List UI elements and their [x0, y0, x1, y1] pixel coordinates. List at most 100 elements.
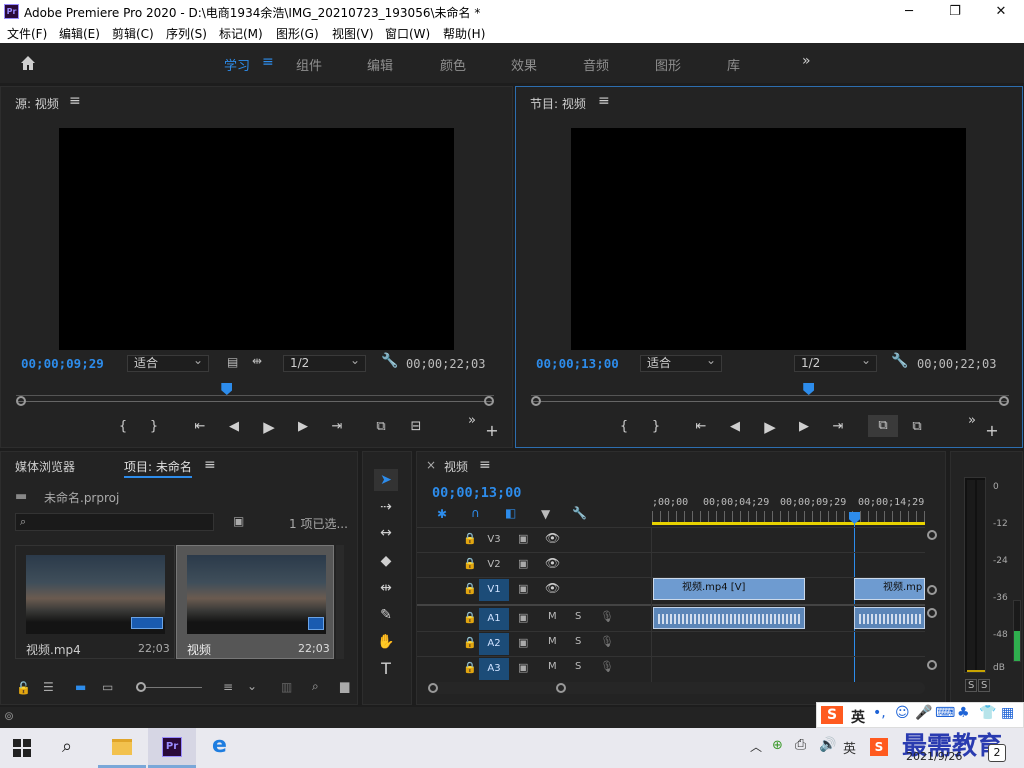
sync-lock-icon[interactable]: ▣: [518, 582, 528, 595]
insert-button[interactable]: ⧉: [371, 419, 391, 434]
play-button[interactable]: ▶: [259, 418, 279, 436]
sync-lock-icon[interactable]: ▣: [518, 532, 528, 545]
ripple-edit-tool-icon[interactable]: ↔: [374, 522, 398, 544]
network-icon[interactable]: ⎙: [795, 737, 806, 753]
menu-edit[interactable]: 编辑(E): [59, 25, 100, 42]
ime-mode-toggle[interactable]: 英: [851, 707, 865, 727]
source-time-ruler[interactable]: [16, 382, 494, 396]
menu-graphics[interactable]: 图形(G): [276, 25, 319, 42]
more-workspaces-icon[interactable]: »: [802, 53, 811, 69]
workspace-color[interactable]: 颜色: [440, 55, 466, 74]
sync-lock-icon[interactable]: ▣: [518, 557, 528, 570]
button-editor-icon[interactable]: +: [482, 421, 502, 440]
source-monitor-title[interactable]: 源: 视频: [15, 95, 59, 112]
mute-button[interactable]: M: [548, 611, 557, 622]
lock-icon[interactable]: 🔒: [463, 636, 477, 649]
timeline-tab[interactable]: 视频: [444, 458, 468, 475]
file-explorer-taskbar-button[interactable]: [98, 728, 146, 768]
input-language-indicator[interactable]: 英: [843, 738, 856, 757]
eye-icon[interactable]: 👁: [545, 556, 560, 570]
program-resolution-dropdown[interactable]: 1/2: [794, 353, 877, 372]
lift-button[interactable]: ⧉: [868, 415, 898, 437]
program-playhead-timecode[interactable]: 00;00;13;00: [536, 356, 619, 371]
snap-icon[interactable]: ∩: [471, 506, 480, 520]
maximize-button[interactable]: ❐: [932, 2, 978, 21]
workspace-effects[interactable]: 效果: [511, 55, 537, 74]
premiere-taskbar-button[interactable]: Pr: [148, 728, 196, 768]
zoom-slider[interactable]: [136, 682, 202, 692]
lock-icon[interactable]: 🔒: [463, 557, 477, 570]
go-to-out-button[interactable]: ⇥: [327, 419, 347, 434]
minimize-button[interactable]: ─: [886, 2, 932, 21]
slip-tool-icon[interactable]: ⇹: [374, 577, 398, 599]
menu-marker[interactable]: 标记(M): [219, 25, 263, 42]
video-clip[interactable]: 视频.mp4 [V]: [653, 578, 805, 600]
close-tab-icon[interactable]: ×: [426, 458, 436, 472]
overwrite-button[interactable]: ⊟: [406, 419, 426, 434]
project-scrollbar[interactable]: [336, 545, 344, 659]
go-to-out-button[interactable]: ⇥: [828, 419, 848, 434]
eye-icon[interactable]: 👁: [545, 531, 560, 545]
track-v1[interactable]: V1: [479, 579, 509, 601]
timeline-timecode[interactable]: 00;00;13;00: [432, 485, 521, 501]
source-scrollbar[interactable]: [16, 396, 494, 410]
menu-view[interactable]: 视图(V): [332, 25, 374, 42]
hand-tool-icon[interactable]: ✋: [374, 631, 398, 653]
workspace-audio[interactable]: 音频: [583, 55, 609, 74]
source-playhead-timecode[interactable]: 00;00;09;29: [21, 356, 104, 371]
work-area-bar[interactable]: [652, 522, 808, 525]
panel-menu-icon[interactable]: ≡: [598, 93, 610, 109]
track-a1[interactable]: A1: [479, 608, 509, 630]
wrench-icon[interactable]: 🔧: [381, 353, 398, 369]
vertical-scroll-handle[interactable]: [927, 608, 937, 618]
more-controls-icon[interactable]: »: [962, 413, 982, 428]
search-icon[interactable]: ⌕: [62, 736, 72, 757]
solo-button[interactable]: S: [575, 611, 581, 622]
skin-icon[interactable]: ♣: [957, 705, 970, 721]
settings-toggle-icon[interactable]: ▤: [227, 355, 238, 369]
track-a3[interactable]: A3: [479, 658, 509, 680]
type-tool-icon[interactable]: T: [374, 658, 398, 680]
track-select-tool-icon[interactable]: ⇢: [374, 496, 398, 518]
home-icon[interactable]: [18, 53, 38, 73]
sync-lock-icon[interactable]: ▣: [518, 636, 528, 649]
find-icon[interactable]: ⌕: [312, 679, 319, 694]
linked-selection-icon[interactable]: ◧: [505, 506, 516, 520]
mute-button[interactable]: M: [548, 636, 557, 647]
menu-window[interactable]: 窗口(W): [385, 25, 430, 42]
windows-start-icon[interactable]: [13, 739, 31, 757]
tray-app-icon[interactable]: ⊕: [772, 738, 783, 753]
menu-sequence[interactable]: 序列(S): [166, 25, 207, 42]
menu-clip[interactable]: 剪辑(C): [112, 25, 154, 42]
mark-out-button[interactable]: }: [646, 419, 666, 434]
tab-media-browser[interactable]: 媒体浏览器: [15, 458, 75, 475]
track-a2[interactable]: A2: [479, 633, 509, 655]
project-item[interactable]: 视频.mp4 22;03: [15, 545, 175, 659]
new-search-bin-icon[interactable]: ▣: [233, 514, 244, 528]
microphone-icon[interactable]: 🎙: [600, 635, 614, 648]
lock-icon[interactable]: 🔒: [463, 611, 477, 624]
sync-lock-icon[interactable]: ▣: [518, 661, 528, 674]
go-to-in-button[interactable]: ⇤: [190, 419, 210, 434]
toolbox-icon[interactable]: 👕: [979, 705, 996, 721]
mark-in-button[interactable]: {: [113, 419, 133, 434]
video-clip[interactable]: 视频.mp: [854, 578, 925, 600]
vertical-scroll-handle[interactable]: [927, 530, 937, 540]
step-forward-button[interactable]: ▶︎: [794, 419, 814, 434]
timeline-horizontal-scrollbar[interactable]: [428, 682, 925, 694]
tab-project[interactable]: 项目: 未命名: [124, 458, 192, 478]
workspace-menu-icon[interactable]: ≡: [262, 54, 274, 70]
audio-clip[interactable]: [653, 607, 805, 629]
program-monitor-title[interactable]: 节目: 视频: [530, 95, 586, 112]
workspace-libraries[interactable]: 库: [727, 55, 740, 74]
more-controls-icon[interactable]: »: [462, 413, 482, 428]
project-item-selected[interactable]: 视频 22;03: [176, 545, 334, 659]
volume-icon[interactable]: 🔊: [819, 737, 836, 753]
workspace-learn[interactable]: 学习: [224, 55, 250, 74]
selection-tool-icon[interactable]: ➤: [374, 469, 398, 491]
wrench-icon[interactable]: 🔧: [891, 353, 908, 369]
menu-grid-icon[interactable]: ▦: [1001, 705, 1014, 721]
timeline-settings-icon[interactable]: 🔧: [572, 506, 587, 520]
play-button[interactable]: ▶: [760, 418, 780, 436]
mute-button[interactable]: M: [548, 661, 557, 672]
